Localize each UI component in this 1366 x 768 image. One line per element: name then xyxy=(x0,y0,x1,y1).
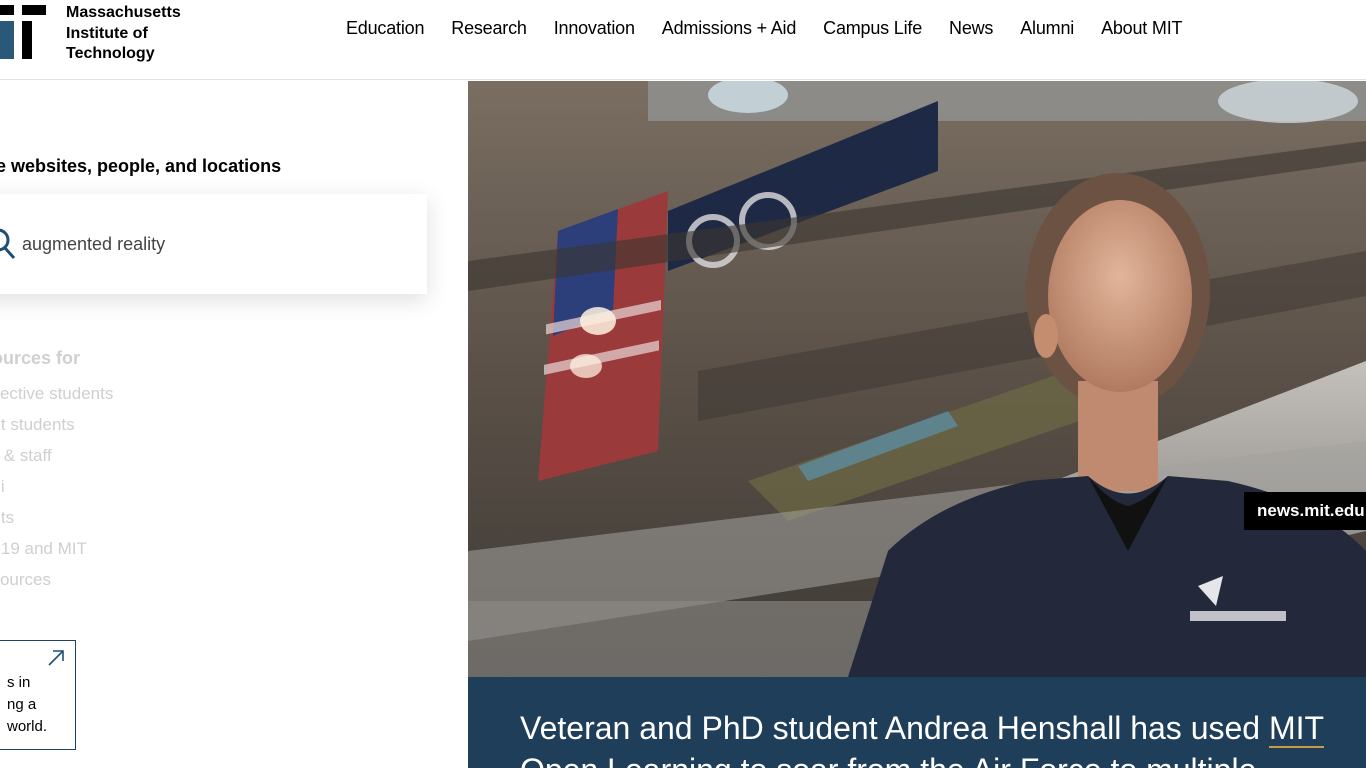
resource-link[interactable]: id-19 and MIT xyxy=(0,538,113,569)
resources-heading: esources for xyxy=(0,348,81,368)
news-source-tag[interactable]: news.mit.edu xyxy=(1244,492,1366,530)
promo-line: ng a xyxy=(6,696,37,713)
main-nav: Education Research Innovation Admissions… xyxy=(346,18,1209,39)
logo-wordmark[interactable]: Massachusetts Institute of Technology xyxy=(66,3,181,65)
nav-innovation[interactable]: Innovation xyxy=(554,18,635,39)
promo-line: world. xyxy=(6,718,47,735)
logo-line: Massachusetts xyxy=(66,4,181,21)
resource-link[interactable]: ent students xyxy=(0,414,113,445)
nav-campus-life[interactable]: Campus Life xyxy=(823,18,922,39)
resources-list: spective students ent students lty & sta… xyxy=(0,383,113,600)
promo-card[interactable]: s in ng a world. xyxy=(0,640,76,750)
hero-photo-illustration xyxy=(468,81,1366,677)
nav-admissions-aid[interactable]: Admissions + Aid xyxy=(662,18,797,39)
search-box xyxy=(0,194,427,294)
nav-alumni[interactable]: Alumni xyxy=(1020,18,1074,39)
search-icon[interactable] xyxy=(0,228,16,260)
resource-link[interactable]: ents xyxy=(0,507,113,538)
arrow-up-right-icon xyxy=(48,650,64,666)
site-header: Massachusetts Institute of Technology Ed… xyxy=(0,0,1366,80)
nav-education[interactable]: Education xyxy=(346,18,424,39)
nav-news[interactable]: News xyxy=(949,18,993,39)
resource-link[interactable]: esources xyxy=(0,569,113,600)
promo-text: s in ng a world. xyxy=(7,672,47,738)
resource-link[interactable]: nni xyxy=(0,476,113,507)
search-heading: ore websites, people, and locations xyxy=(0,156,282,176)
resource-link[interactable]: spective students xyxy=(0,383,113,414)
logo-line: Technology xyxy=(66,45,155,62)
caption-text-part: Open Learning to soar from the Air Force… xyxy=(520,752,1256,768)
mit-logo-icon[interactable] xyxy=(0,5,48,59)
caption-link-mit[interactable]: MIT xyxy=(1268,710,1325,748)
caption-text: Veteran and PhD student Andrea Henshall … xyxy=(520,707,1366,768)
promo-line: s in xyxy=(6,674,31,691)
resource-link[interactable]: lty & staff xyxy=(0,445,113,476)
nav-about-mit[interactable]: About MIT xyxy=(1101,18,1182,39)
hero-caption: Veteran and PhD student Andrea Henshall … xyxy=(468,677,1366,768)
caption-text-part: Veteran and PhD student Andrea Henshall … xyxy=(520,710,1269,746)
hero-image[interactable]: news.mit.edu xyxy=(468,81,1366,677)
logo-line: Institute of xyxy=(66,24,148,42)
search-input[interactable] xyxy=(22,224,402,264)
nav-research[interactable]: Research xyxy=(451,18,527,39)
search-panel: ore websites, people, and locations esou… xyxy=(0,81,468,768)
